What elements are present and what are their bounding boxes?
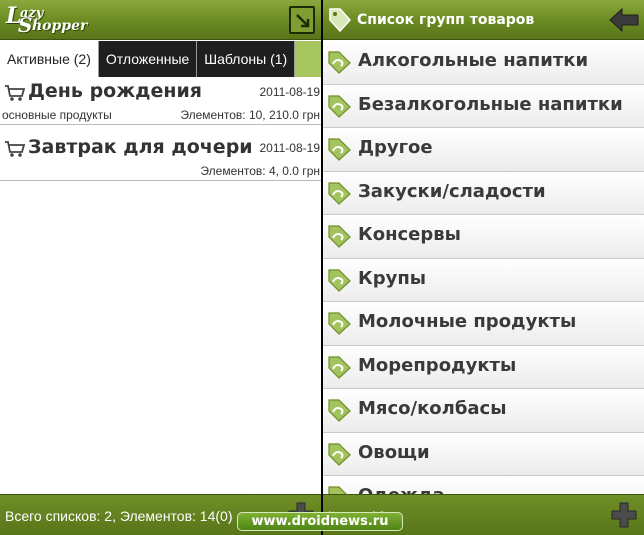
category-item[interactable]: Консервы xyxy=(323,215,644,259)
list-tabs: Активные (2) Отложенные Шаблоны (1) xyxy=(0,41,321,77)
tab-templates[interactable]: Шаблоны (1) xyxy=(197,41,296,77)
category-label: Алкогольные напитки xyxy=(358,50,589,71)
groups-header: Список групп товаров xyxy=(323,0,644,40)
tag-icon xyxy=(328,442,351,466)
tab-bar-fill xyxy=(295,41,321,77)
category-item[interactable]: Другое xyxy=(323,128,644,172)
app-header: L azy S hopper xyxy=(0,0,321,40)
tag-icon xyxy=(328,268,351,292)
tag-icon xyxy=(328,355,351,379)
category-label: Крупы xyxy=(358,267,427,289)
list-count: Элементов: 4, 0.0 грн xyxy=(200,164,320,178)
export-arrow-icon xyxy=(296,14,310,28)
category-label: Овощи xyxy=(358,441,430,463)
groups-title: Список групп товаров xyxy=(357,12,535,28)
tag-icon xyxy=(328,225,351,248)
tag-icon xyxy=(328,486,347,494)
category-label: Закуски/сладости xyxy=(358,180,546,202)
category-item[interactable]: Одежда xyxy=(323,476,644,494)
category-item[interactable]: Крупы xyxy=(323,258,644,302)
cart-icon xyxy=(5,85,26,101)
list-date: 2011-08-19 xyxy=(259,85,321,99)
tag-icon xyxy=(328,94,351,118)
category-label: Консервы xyxy=(358,224,461,245)
list-name: Завтрак для дочери xyxy=(28,136,253,158)
list-date: 2011-08-19 xyxy=(259,141,321,155)
export-button[interactable] xyxy=(289,6,315,34)
list-name: День рождения xyxy=(28,80,202,102)
category-label: Безалкогольные напитки xyxy=(358,93,623,115)
category-item[interactable]: Молочные продукты xyxy=(323,302,644,346)
tag-icon xyxy=(328,399,351,422)
cart-icon xyxy=(5,141,26,157)
tab-active[interactable]: Активные (2) xyxy=(0,41,99,77)
tag-icon xyxy=(328,51,351,74)
tag-icon xyxy=(328,181,351,205)
category-label: Другое xyxy=(358,137,433,158)
back-arrow-icon[interactable] xyxy=(608,6,640,34)
list-subtitle: основные продукты xyxy=(2,108,112,122)
lists-summary: Всего списков: 2, Элементов: 14(0) xyxy=(5,508,233,524)
product-groups-screen: Список групп товаров Алкогольные напитки… xyxy=(323,0,644,535)
category-item[interactable]: Безалкогольные напитки xyxy=(323,84,644,128)
category-item[interactable]: Алкогольные напитки xyxy=(323,41,644,85)
category-label: Мясо/колбасы xyxy=(358,398,507,419)
tag-icon xyxy=(329,8,352,33)
tag-icon xyxy=(328,138,351,161)
watermark-badge: www.droidnews.ru xyxy=(237,512,403,531)
add-group-button[interactable] xyxy=(610,501,638,529)
list-item[interactable]: Завтрак для дочери 2011-08-19 Элементов:… xyxy=(0,134,321,181)
category-item[interactable]: Закуски/сладости xyxy=(323,171,644,215)
category-label: Одежда xyxy=(358,485,445,494)
category-item[interactable]: Овощи xyxy=(323,432,644,476)
category-list: Алкогольные напитки Безалкогольные напитк… xyxy=(323,41,644,494)
category-label: Молочные продукты xyxy=(358,311,577,332)
tab-postponed[interactable]: Отложенные xyxy=(98,41,198,77)
category-item[interactable]: Морепродукты xyxy=(323,345,644,389)
category-label: Морепродукты xyxy=(358,354,517,376)
category-item[interactable]: Мясо/колбасы xyxy=(323,389,644,433)
list-count: Элементов: 10, 210.0 грн xyxy=(180,108,320,122)
shopping-lists-screen: L azy S hopper Активные (2) Отложенные Ш… xyxy=(0,0,321,535)
tag-icon xyxy=(328,312,351,335)
list-item[interactable]: День рождения 2011-08-19 основные продук… xyxy=(0,78,321,125)
